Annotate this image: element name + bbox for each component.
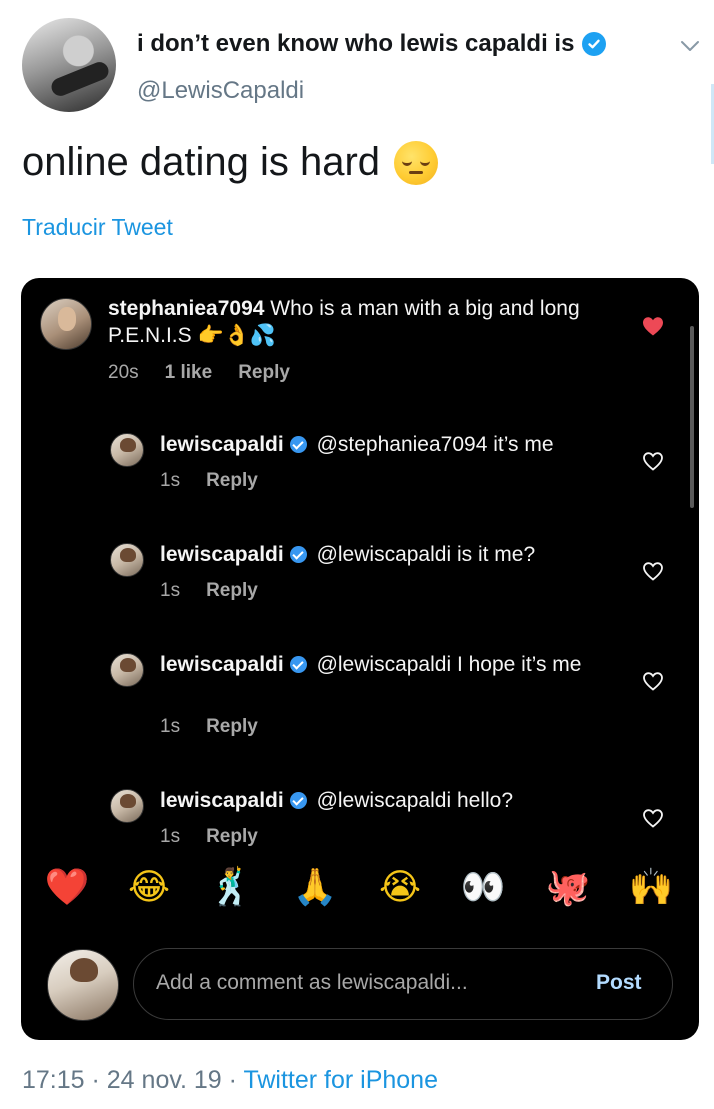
commenter-avatar xyxy=(110,433,144,467)
own-avatar xyxy=(47,949,119,1021)
verified-badge-icon xyxy=(289,546,307,563)
comment-meta: 20s 1 like Reply xyxy=(108,362,316,384)
comment-placeholder: Add a comment as lewiscapaldi... xyxy=(156,971,468,994)
comment-body: @lewiscapaldi hello? xyxy=(316,789,514,812)
heart-filled-icon[interactable] xyxy=(641,315,665,337)
emoji-octopus-button[interactable]: 🐙 xyxy=(544,864,592,912)
reply-button[interactable]: Reply xyxy=(206,470,258,491)
quick-emoji-bar: ❤️ 😂 🕺 🙏 😭 👀 🐙 🙌 xyxy=(21,864,699,930)
comment-username: lewiscapaldi xyxy=(160,543,284,566)
comment-text: lewiscapaldi @lewiscapaldi I hope it’s m… xyxy=(160,651,610,678)
emoji-laughing-button[interactable]: 😂 xyxy=(125,864,173,912)
tweet-timestamp: 17:15 · 24 nov. 19 · Twitter for iPhone xyxy=(22,1066,438,1095)
heart-outline-icon[interactable] xyxy=(641,450,665,472)
comment-time: 20s xyxy=(108,362,139,383)
commenter-avatar xyxy=(40,298,92,350)
profile-avatar[interactable] xyxy=(22,18,116,112)
comment-username: lewiscapaldi xyxy=(160,433,284,456)
commenter-avatar xyxy=(110,653,144,687)
emoji-eyes-button[interactable]: 👀 xyxy=(459,864,507,912)
separator: · xyxy=(221,1066,244,1094)
attached-image[interactable]: stephaniea7094 Who is a man with a big a… xyxy=(21,278,699,1040)
scrollbar xyxy=(690,326,694,508)
handle[interactable]: @LewisCapaldi xyxy=(137,77,304,105)
comment-meta: 1s Reply xyxy=(160,580,284,602)
comment-like-count[interactable]: 1 like xyxy=(165,362,213,383)
comment-meta: 1s Reply xyxy=(160,470,284,492)
verified-badge-icon xyxy=(289,436,307,453)
comment-username: lewiscapaldi xyxy=(160,653,284,676)
translate-tweet-link[interactable]: Traducir Tweet xyxy=(22,214,173,241)
comment-composer: Add a comment as lewiscapaldi... Post xyxy=(47,946,677,1022)
display-name[interactable]: i don’t even know who lewis capaldi is xyxy=(137,30,607,58)
tweet-body: online dating is hard xyxy=(22,140,381,184)
post-button[interactable]: Post xyxy=(596,971,642,995)
comment-text: stephaniea7094 Who is a man with a big a… xyxy=(108,295,618,349)
display-name-text: i don’t even know who lewis capaldi is xyxy=(137,30,575,57)
comment-body: @lewiscapaldi I hope it’s me xyxy=(316,653,582,676)
commenter-avatar xyxy=(110,543,144,577)
tweet-client-link[interactable]: Twitter for iPhone xyxy=(243,1066,438,1094)
reply-button[interactable]: Reply xyxy=(238,362,290,383)
comment-username: stephaniea7094 xyxy=(108,297,265,320)
emoji-raised-hands-button[interactable]: 🙌 xyxy=(627,864,675,912)
emoji-pray-button[interactable]: 🙏 xyxy=(291,864,339,912)
comment-time: 1s xyxy=(160,826,181,847)
tweet-time[interactable]: 17:15 xyxy=(22,1066,85,1094)
heart-outline-icon[interactable] xyxy=(641,560,665,582)
heart-outline-icon[interactable] xyxy=(641,670,665,692)
comment-body: @stephaniea7094 it’s me xyxy=(316,433,554,456)
comment-emojis: 👉👌💦 xyxy=(197,324,276,347)
tweet-text: online dating is hard xyxy=(22,140,439,185)
comment-time: 1s xyxy=(160,716,181,737)
pensive-face-icon xyxy=(394,140,439,185)
emoji-heart-button[interactable]: ❤️ xyxy=(43,864,91,912)
comment-body: @lewiscapaldi is it me? xyxy=(316,543,536,566)
emoji-dancer-button[interactable]: 🕺 xyxy=(207,864,255,912)
comment-time: 1s xyxy=(160,580,181,601)
emoji-crying-button[interactable]: 😭 xyxy=(376,864,424,912)
verified-badge-icon xyxy=(289,792,307,809)
commenter-avatar xyxy=(110,789,144,823)
comment-time: 1s xyxy=(160,470,181,491)
tweet-date[interactable]: 24 nov. 19 xyxy=(107,1066,222,1094)
reply-button[interactable]: Reply xyxy=(206,716,258,737)
heart-outline-icon[interactable] xyxy=(641,807,665,829)
reply-button[interactable]: Reply xyxy=(206,826,258,847)
separator: · xyxy=(84,1066,107,1094)
comment-input[interactable]: Add a comment as lewiscapaldi... Post xyxy=(133,948,673,1020)
reply-button[interactable]: Reply xyxy=(206,580,258,601)
comment-meta: 1s Reply xyxy=(160,826,284,848)
comment-username: lewiscapaldi xyxy=(160,789,284,812)
chevron-down-icon[interactable] xyxy=(678,34,702,58)
comment-text: lewiscapaldi @lewiscapaldi hello? xyxy=(160,787,630,814)
verified-badge-icon xyxy=(582,32,607,56)
comment-text: lewiscapaldi @stephaniea7094 it’s me xyxy=(160,431,630,458)
comment-text: lewiscapaldi @lewiscapaldi is it me? xyxy=(160,541,630,568)
comment-meta: 1s Reply xyxy=(160,716,284,738)
verified-badge-icon xyxy=(289,656,307,673)
